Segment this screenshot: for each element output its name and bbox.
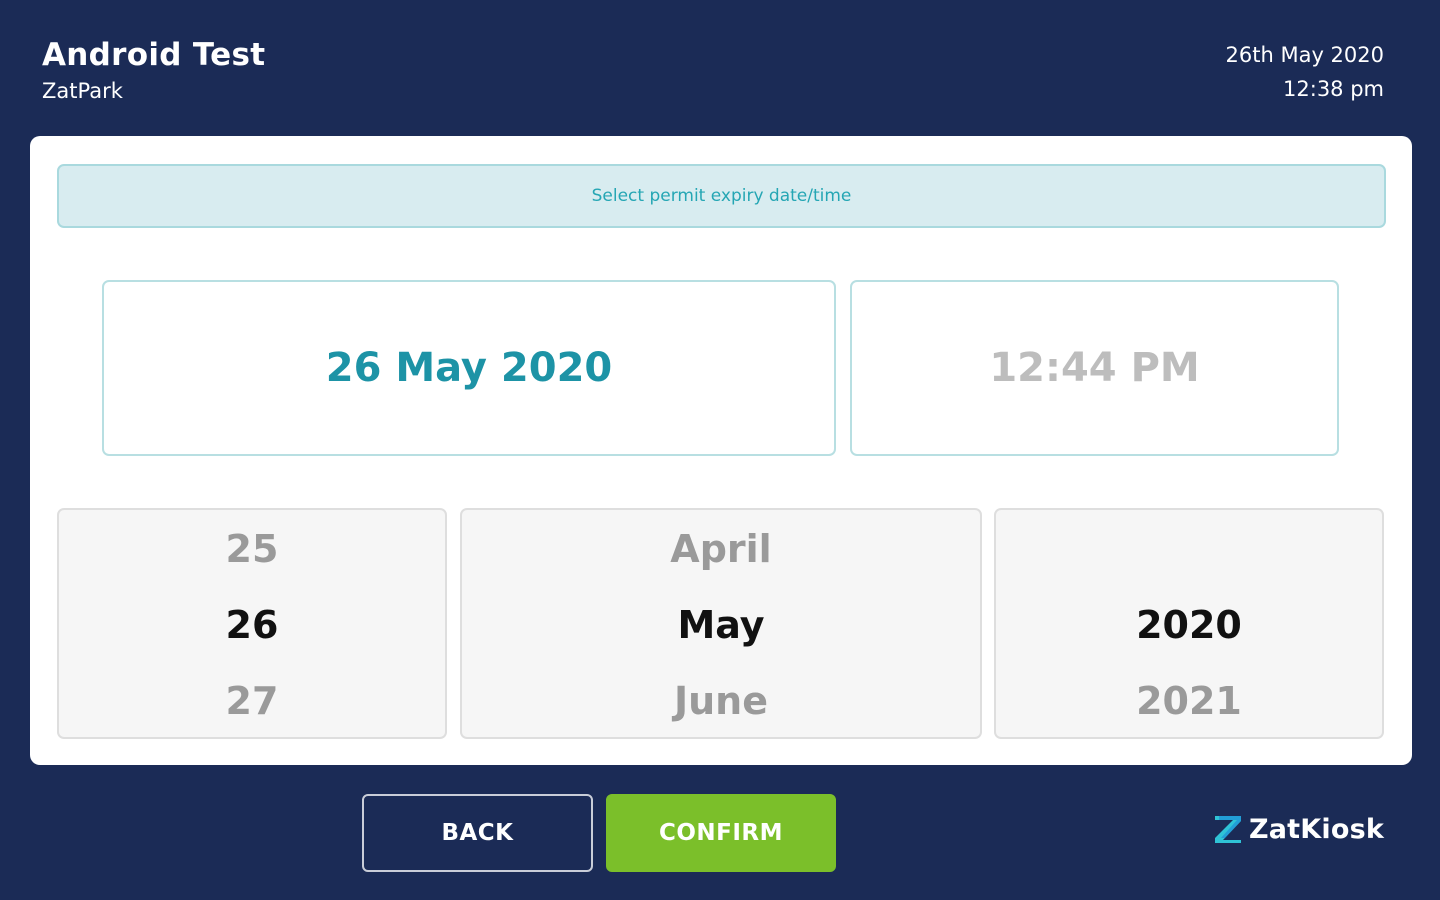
brand-name: ZatKiosk <box>1248 813 1384 845</box>
instruction-banner: Select permit expiry date/time <box>57 164 1386 228</box>
day-picker-next[interactable]: 27 <box>59 676 445 726</box>
day-picker[interactable]: 25 26 27 <box>57 508 447 739</box>
header-datetime: 26th May 2020 12:38 pm <box>1226 38 1384 106</box>
selected-date-display[interactable]: 26 May 2020 <box>102 280 836 456</box>
year-picker-next[interactable]: 2021 <box>996 676 1382 726</box>
brand-logo: ZatKiosk <box>1211 812 1384 846</box>
app-title: Android Test <box>42 37 266 73</box>
month-picker-prev[interactable]: April <box>462 524 980 574</box>
back-button[interactable]: BACK <box>362 794 593 872</box>
header-left: Android Test ZatPark <box>42 36 265 106</box>
permit-expiry-card: Select permit expiry date/time 26 May 20… <box>30 136 1412 765</box>
day-picker-current[interactable]: 26 <box>59 600 445 650</box>
selected-time-display[interactable]: 12:44 PM <box>850 280 1339 456</box>
month-picker[interactable]: April May June <box>460 508 982 739</box>
header-date: 26th May 2020 <box>1225 43 1384 67</box>
day-picker-prev[interactable]: 25 <box>59 524 445 574</box>
year-picker-current[interactable]: 2020 <box>996 600 1382 650</box>
zatkiosk-logo-icon <box>1211 812 1245 846</box>
month-picker-next[interactable]: June <box>462 676 980 726</box>
confirm-button[interactable]: CONFIRM <box>606 794 836 872</box>
app-subtitle: ZatPark <box>42 79 123 103</box>
header-time: 12:38 pm <box>1283 77 1384 101</box>
year-picker[interactable]: 2020 2021 <box>994 508 1384 739</box>
month-picker-current[interactable]: May <box>462 600 980 650</box>
